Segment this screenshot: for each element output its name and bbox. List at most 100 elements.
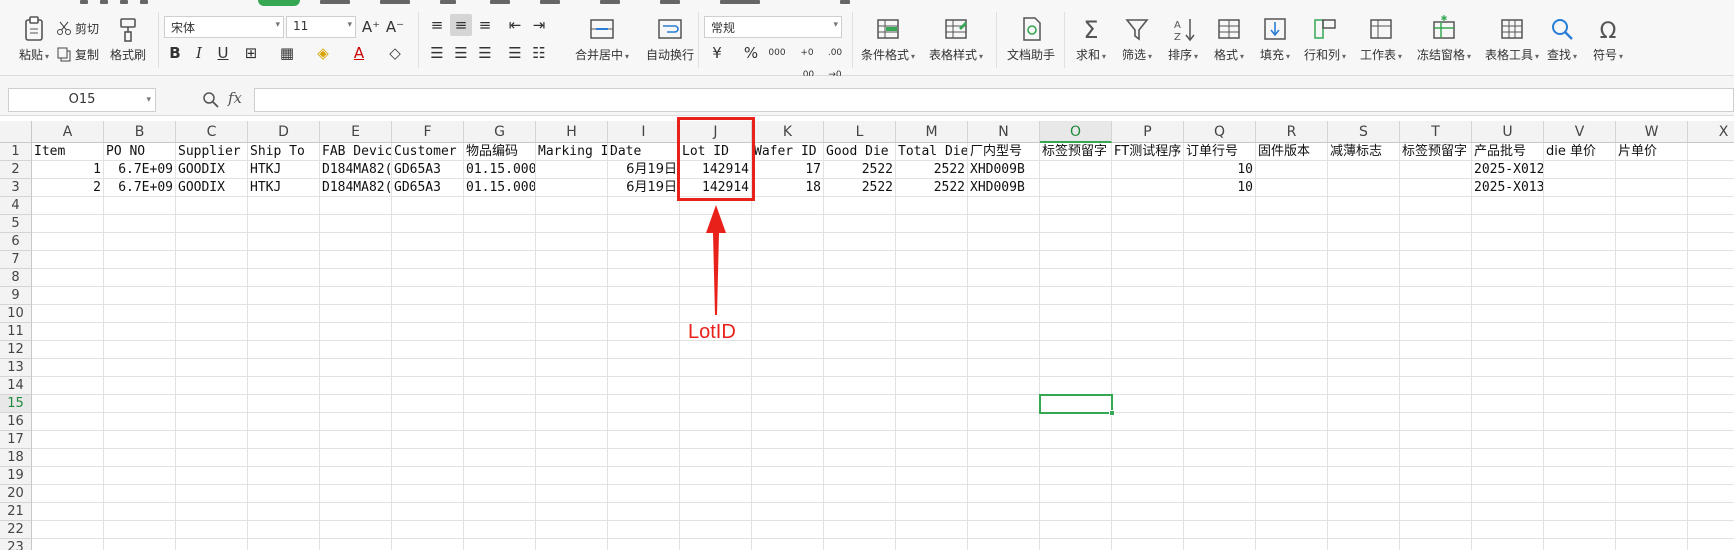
cell-M12[interactable]: [896, 341, 968, 359]
cell-H4[interactable]: [536, 197, 608, 215]
cell-N14[interactable]: [968, 377, 1040, 395]
cell-T4[interactable]: [1400, 197, 1472, 215]
cell-W13[interactable]: [1616, 359, 1688, 377]
cell-H20[interactable]: [536, 485, 608, 503]
cell-F6[interactable]: [392, 233, 464, 251]
cell-G20[interactable]: [464, 485, 536, 503]
symbol-button[interactable]: Ω 符号 ▾: [1578, 14, 1638, 66]
cell-K5[interactable]: [752, 215, 824, 233]
cell-C9[interactable]: [176, 287, 248, 305]
cell-D21[interactable]: [248, 503, 320, 521]
distributed-icon[interactable]: ☷: [528, 42, 550, 64]
cell-S2[interactable]: [1328, 161, 1400, 179]
cell-H7[interactable]: [536, 251, 608, 269]
cell-N20[interactable]: [968, 485, 1040, 503]
font-name-select[interactable]: 宋体 ▾: [164, 16, 284, 38]
cell-S8[interactable]: [1328, 269, 1400, 287]
cell-B11[interactable]: [104, 323, 176, 341]
cell-F3[interactable]: GD65A3: [392, 179, 464, 197]
cell-C19[interactable]: [176, 467, 248, 485]
cell-F17[interactable]: [392, 431, 464, 449]
rows-cols-button[interactable]: 行和列 ▾: [1294, 14, 1356, 66]
cell-K20[interactable]: [752, 485, 824, 503]
cell-Q6[interactable]: [1184, 233, 1256, 251]
cell-V8[interactable]: [1544, 269, 1616, 287]
cell-O5[interactable]: [1040, 215, 1112, 233]
cell-W18[interactable]: [1616, 449, 1688, 467]
cell-P7[interactable]: [1112, 251, 1184, 269]
cell-O3[interactable]: [1040, 179, 1112, 197]
cell-T13[interactable]: [1400, 359, 1472, 377]
cell-A1[interactable]: Item: [32, 143, 104, 161]
cell-Q11[interactable]: [1184, 323, 1256, 341]
cell-B14[interactable]: [104, 377, 176, 395]
cell-O1[interactable]: 标签预留字: [1040, 143, 1112, 161]
cell-A19[interactable]: [32, 467, 104, 485]
cell-E16[interactable]: [320, 413, 392, 431]
cell-W5[interactable]: [1616, 215, 1688, 233]
cell-A14[interactable]: [32, 377, 104, 395]
cell-G14[interactable]: [464, 377, 536, 395]
column-header-V[interactable]: V: [1544, 121, 1616, 143]
cell-J23[interactable]: [680, 539, 752, 550]
cell-O4[interactable]: [1040, 197, 1112, 215]
cell-N17[interactable]: [968, 431, 1040, 449]
cell-W1[interactable]: 片单价: [1616, 143, 1688, 161]
cell-M1[interactable]: Total Die: [896, 143, 968, 161]
cell-E1[interactable]: FAB Devic: [320, 143, 392, 161]
cell-P12[interactable]: [1112, 341, 1184, 359]
cell-A22[interactable]: [32, 521, 104, 539]
cell-H8[interactable]: [536, 269, 608, 287]
column-header-O[interactable]: O: [1040, 121, 1112, 143]
cell-S3[interactable]: [1328, 179, 1400, 197]
cell-E10[interactable]: [320, 305, 392, 323]
cell-L20[interactable]: [824, 485, 896, 503]
cell-F9[interactable]: [392, 287, 464, 305]
cell-E5[interactable]: [320, 215, 392, 233]
cell-B10[interactable]: [104, 305, 176, 323]
cell-B3[interactable]: 6.7E+09: [104, 179, 176, 197]
cell-V14[interactable]: [1544, 377, 1616, 395]
cell-K11[interactable]: [752, 323, 824, 341]
cell-T5[interactable]: [1400, 215, 1472, 233]
cell-L23[interactable]: [824, 539, 896, 550]
cell-V10[interactable]: [1544, 305, 1616, 323]
cell-K9[interactable]: [752, 287, 824, 305]
cell-K13[interactable]: [752, 359, 824, 377]
row-header-18[interactable]: 18: [0, 449, 32, 467]
cell-L22[interactable]: [824, 521, 896, 539]
cell-M15[interactable]: [896, 395, 968, 413]
cell-J18[interactable]: [680, 449, 752, 467]
increase-decimal-button[interactable]: +0 .00: [794, 42, 820, 80]
cell-W20[interactable]: [1616, 485, 1688, 503]
cell-S4[interactable]: [1328, 197, 1400, 215]
cell-D7[interactable]: [248, 251, 320, 269]
cell-O18[interactable]: [1040, 449, 1112, 467]
cell-P6[interactable]: [1112, 233, 1184, 251]
cell-V3[interactable]: [1544, 179, 1616, 197]
cell-L16[interactable]: [824, 413, 896, 431]
cell-Q8[interactable]: [1184, 269, 1256, 287]
cell-R17[interactable]: [1256, 431, 1328, 449]
cell-S15[interactable]: [1328, 395, 1400, 413]
cell-E4[interactable]: [320, 197, 392, 215]
cell-T6[interactable]: [1400, 233, 1472, 251]
cell-R7[interactable]: [1256, 251, 1328, 269]
cell-N6[interactable]: [968, 233, 1040, 251]
cell-E21[interactable]: [320, 503, 392, 521]
cell-C18[interactable]: [176, 449, 248, 467]
cell-M4[interactable]: [896, 197, 968, 215]
cell-N16[interactable]: [968, 413, 1040, 431]
cell-P3[interactable]: [1112, 179, 1184, 197]
cell-G23[interactable]: [464, 539, 536, 550]
cell-I5[interactable]: [608, 215, 680, 233]
cell-P22[interactable]: [1112, 521, 1184, 539]
cell-G2[interactable]: 01.15.00021: [464, 161, 536, 179]
cell-K22[interactable]: [752, 521, 824, 539]
cell-O16[interactable]: [1040, 413, 1112, 431]
cell-C23[interactable]: [176, 539, 248, 550]
cell-A9[interactable]: [32, 287, 104, 305]
cell-C22[interactable]: [176, 521, 248, 539]
column-header-Q[interactable]: Q: [1184, 121, 1256, 143]
cell-G11[interactable]: [464, 323, 536, 341]
